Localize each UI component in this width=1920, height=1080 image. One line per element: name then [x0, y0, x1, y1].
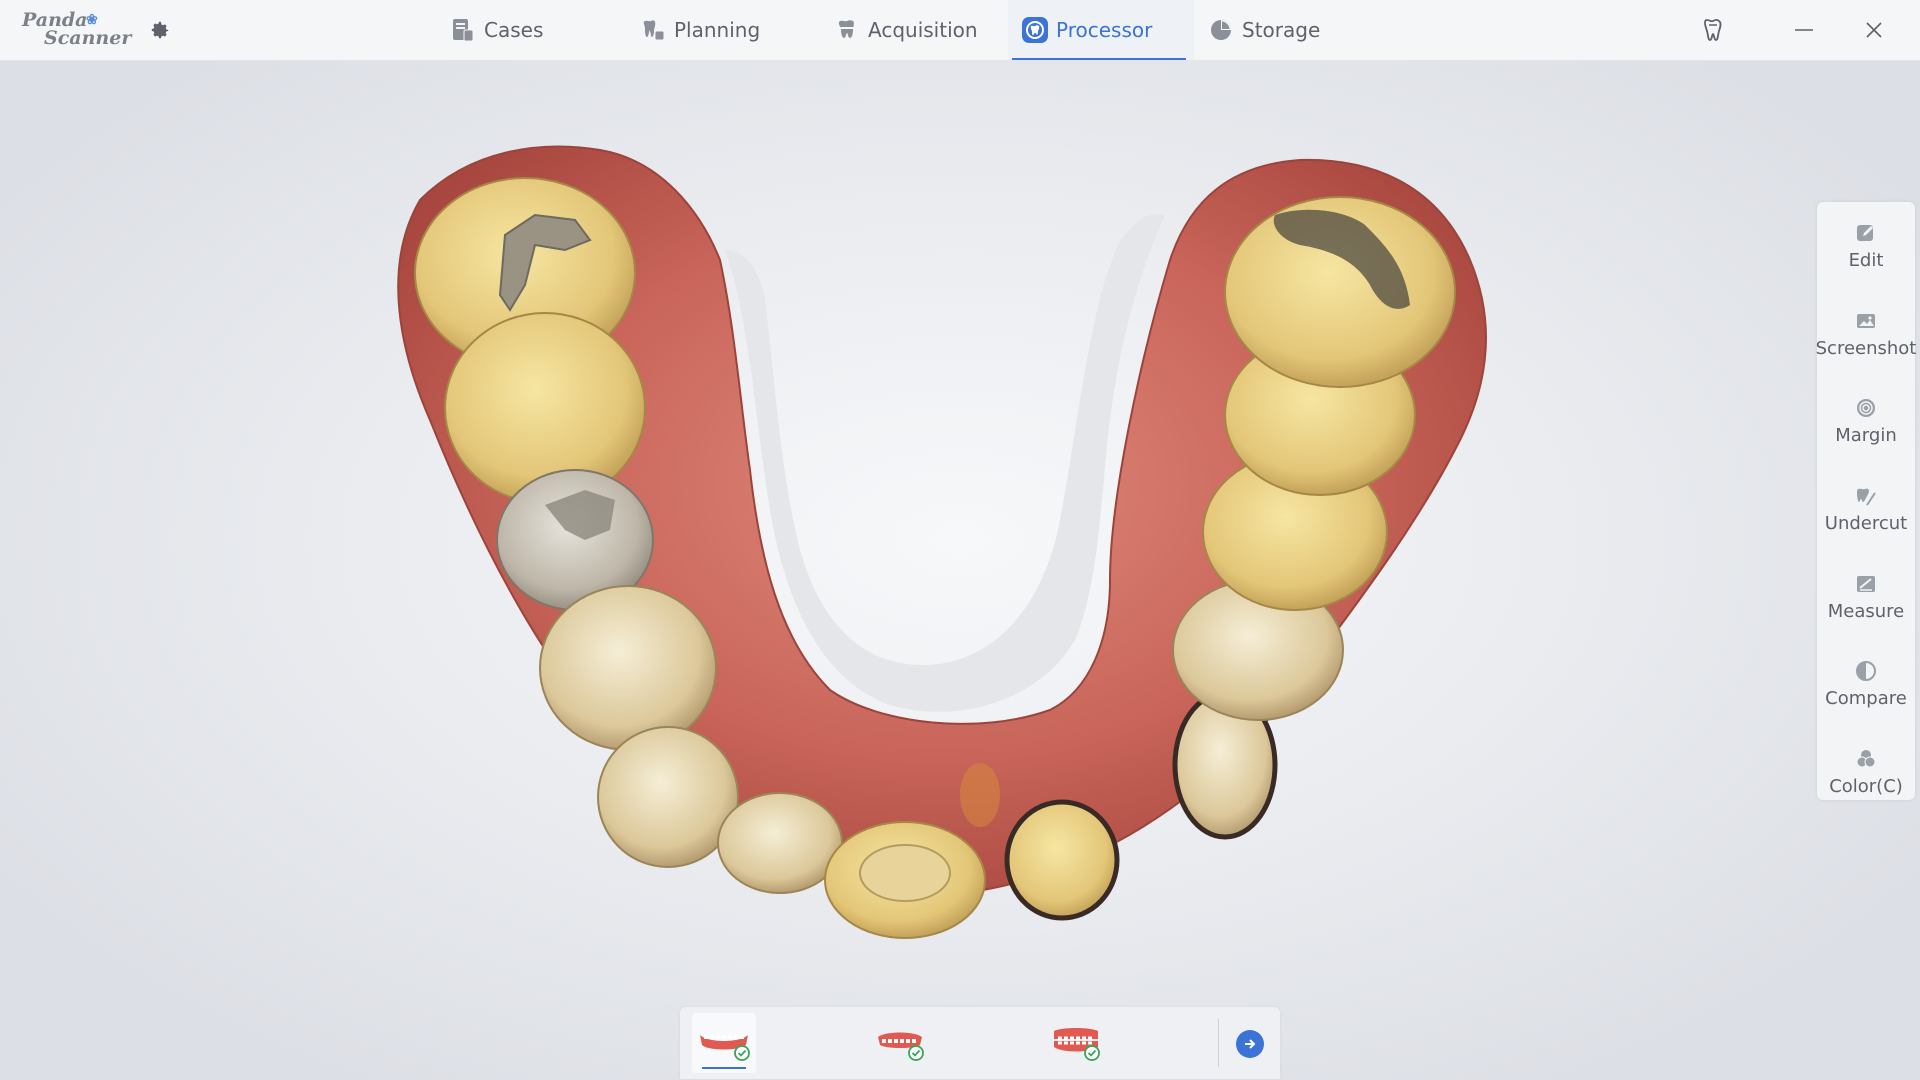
- tab-cases[interactable]: Cases: [436, 0, 626, 60]
- tool-screenshot[interactable]: Screenshot: [1815, 290, 1917, 378]
- close-button[interactable]: [1858, 14, 1890, 46]
- logo-text-line2: Scanner: [44, 27, 132, 49]
- tab-label: Storage: [1242, 18, 1321, 42]
- tool-compare[interactable]: Compare: [1817, 640, 1915, 728]
- compare-icon: [1853, 658, 1879, 684]
- tooth-l3: [597, 726, 739, 868]
- tab-planning[interactable]: Planning: [626, 0, 820, 60]
- tab-processor[interactable]: Processor: [1008, 0, 1194, 60]
- acquisition-icon: [834, 17, 860, 43]
- tab-label: Processor: [1056, 18, 1153, 42]
- bite-button[interactable]: [1044, 1013, 1108, 1073]
- tool-label: Compare: [1825, 688, 1907, 710]
- dental-arch-model[interactable]: [0, 61, 1920, 1007]
- tool-measure[interactable]: Measure: [1817, 552, 1915, 640]
- cases-icon: [450, 17, 476, 43]
- next-step-button[interactable]: [1236, 1030, 1264, 1058]
- settings-button[interactable]: [146, 16, 174, 44]
- lower-jaw-icon: [700, 1035, 750, 1061]
- tool-label: Edit: [1848, 250, 1884, 272]
- tool-panel: Edit Screenshot Margin Undercut Measure …: [1815, 202, 1917, 800]
- tool-label: Color(C): [1829, 775, 1903, 797]
- tab-acquisition[interactable]: Acquisition: [820, 0, 1008, 60]
- screenshot-icon: [1853, 308, 1879, 334]
- tooth-l4: [539, 585, 717, 751]
- abutment-r1: [1004, 799, 1120, 921]
- gum-spot: [960, 763, 1000, 827]
- tooth-view-button[interactable]: [1697, 14, 1729, 46]
- tool-label: Undercut: [1824, 513, 1908, 535]
- tool-label: Screenshot: [1815, 337, 1917, 359]
- upper-jaw-button[interactable]: [868, 1013, 932, 1073]
- bar-divider: [1218, 1019, 1219, 1067]
- tab-label: Planning: [674, 18, 761, 42]
- minimize-icon: [1795, 29, 1813, 31]
- tab-label: Acquisition: [868, 18, 978, 42]
- tool-color[interactable]: Color(C): [1817, 728, 1915, 816]
- tooth-icon: [1704, 18, 1722, 41]
- top-bar: Panda ❀ Scanner Cases Planning Acquisiti…: [0, 0, 1920, 61]
- bite-icon: [1054, 1028, 1100, 1061]
- margin-icon: [1853, 395, 1879, 421]
- lower-jaw-button[interactable]: [692, 1013, 756, 1073]
- tab-label: Cases: [484, 18, 544, 42]
- tool-label: Margin: [1835, 425, 1897, 447]
- upper-jaw-icon: [878, 1032, 924, 1061]
- tab-storage[interactable]: Storage: [1194, 0, 1364, 60]
- tool-undercut[interactable]: Undercut: [1817, 465, 1915, 553]
- planning-icon: [640, 17, 666, 43]
- tooth-l2: [717, 792, 843, 894]
- tooth-l1-cavity: [859, 844, 951, 902]
- tool-margin[interactable]: Margin: [1817, 377, 1915, 465]
- tool-label: Measure: [1827, 600, 1905, 622]
- app-logo: Panda ❀ Scanner: [20, 8, 132, 52]
- processor-icon: [1022, 17, 1048, 43]
- edit-icon: [1853, 220, 1879, 246]
- storage-icon: [1208, 17, 1234, 43]
- arrow-right-icon: [1245, 1039, 1256, 1049]
- color-icon: [1853, 746, 1879, 772]
- jaw-selector-bar: [680, 1007, 1280, 1079]
- measure-icon: [1853, 571, 1879, 597]
- model-viewport[interactable]: [0, 61, 1920, 1007]
- close-icon: [1866, 22, 1882, 38]
- minimize-button[interactable]: [1788, 14, 1820, 46]
- main-nav: Cases Planning Acquisition Processor Sto…: [436, 0, 1364, 60]
- gear-icon: [151, 21, 169, 39]
- undercut-icon: [1853, 483, 1879, 509]
- tool-edit[interactable]: Edit: [1817, 202, 1915, 290]
